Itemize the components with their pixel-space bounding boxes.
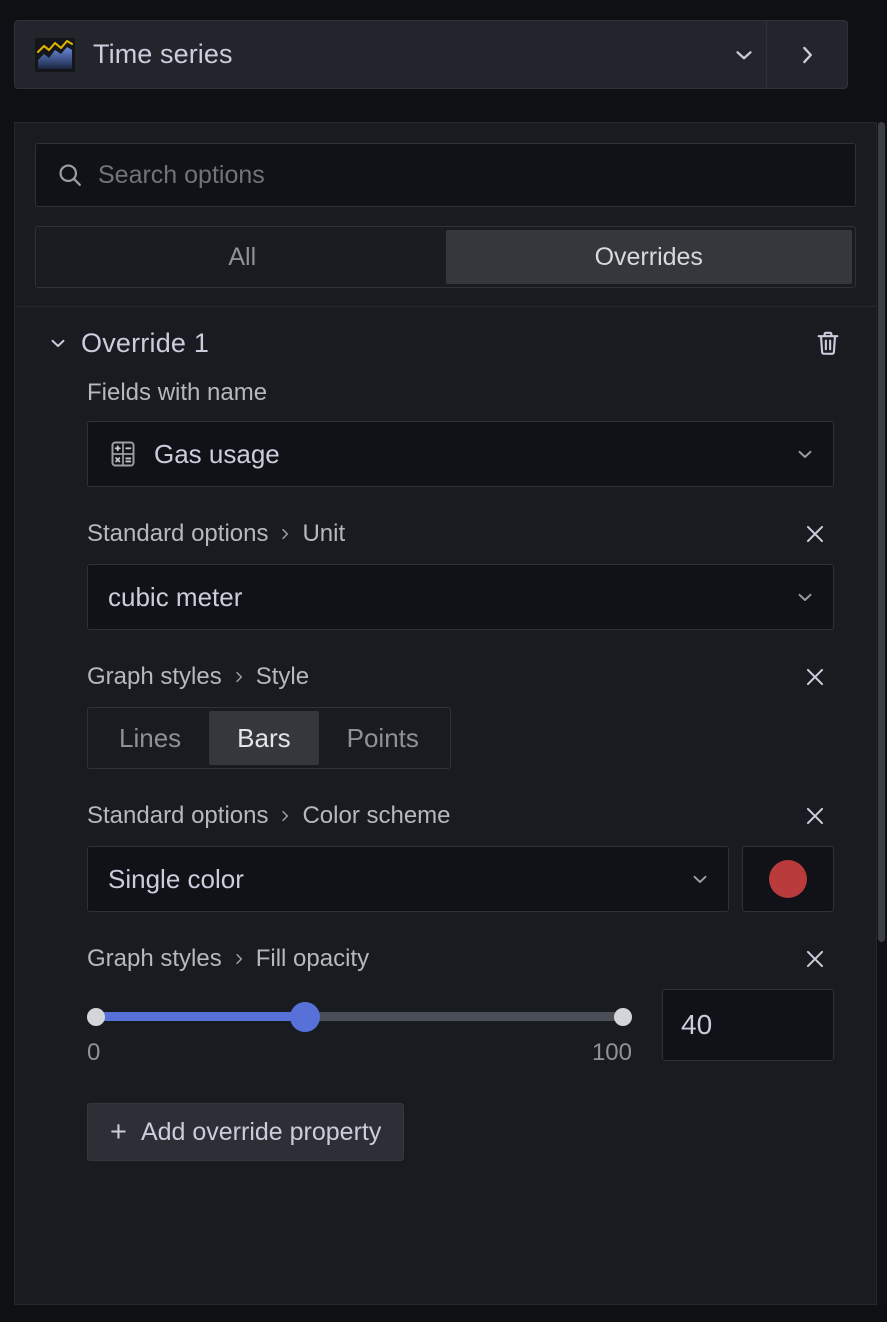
chevron-down-icon: [688, 867, 712, 891]
add-override-property-label: Add override property: [140, 1117, 382, 1146]
fill-opacity-slider[interactable]: 0 100: [87, 989, 632, 1067]
slider-max-label: 100: [591, 1039, 632, 1066]
close-icon: [806, 807, 824, 825]
options-pane-body: All Overrides Override 1: [14, 122, 877, 1305]
fill-opacity-controls: 0 100: [87, 989, 834, 1067]
style-option-bars[interactable]: Bars: [209, 711, 319, 765]
scrollbar-thumb[interactable]: [878, 122, 885, 942]
color-scheme-controls: Single color: [87, 846, 834, 912]
style-option-points[interactable]: Points: [319, 711, 447, 765]
property-header: Standard options Color scheme: [87, 799, 834, 833]
override-header: Override 1: [35, 307, 856, 379]
remove-property-style-button[interactable]: [798, 660, 832, 694]
field-name-select[interactable]: Gas usage: [87, 421, 834, 487]
chevron-right-icon: [277, 808, 293, 824]
options-pane-scrollbar[interactable]: [877, 122, 886, 1305]
slider-min-endpoint: [87, 1008, 105, 1026]
breadcrumb-property: Fill opacity: [255, 945, 370, 972]
override-property-color-scheme: Standard options Color scheme Single col…: [87, 799, 834, 912]
breadcrumb-category: Standard options: [87, 802, 269, 829]
style-radio-group: Lines Bars Points: [87, 707, 451, 769]
remove-property-unit-button[interactable]: [798, 517, 832, 551]
chevron-right-icon: [231, 669, 247, 685]
slider-track[interactable]: [87, 1002, 632, 1032]
remove-property-color-scheme-button[interactable]: [798, 799, 832, 833]
options-pane-toggle-button[interactable]: [766, 21, 847, 88]
chevron-right-icon: [803, 46, 812, 63]
options-search-and-tabs: All Overrides: [15, 123, 876, 307]
chevron-down-icon: [736, 50, 752, 59]
override-property-unit: Standard options Unit cubic meter: [87, 517, 834, 630]
search-input[interactable]: [98, 144, 855, 206]
breadcrumb: Standard options Unit: [87, 520, 798, 548]
options-filter-tabs: All Overrides: [35, 226, 856, 288]
slider-range-labels: 0 100: [87, 1039, 632, 1067]
trash-icon: [817, 331, 839, 355]
override-property-fill-opacity: Graph styles Fill opacity 0 100 40: [87, 942, 834, 1067]
close-icon: [806, 668, 824, 686]
add-override-property-button[interactable]: + Add override property: [87, 1103, 405, 1161]
chevron-right-icon: [231, 951, 247, 967]
chevron-down-icon: [793, 585, 817, 609]
breadcrumb-property: Style: [255, 663, 310, 690]
override-collapse-toggle[interactable]: [35, 331, 81, 355]
override-body: Fields with name Gas usage Standard opti…: [35, 379, 856, 1161]
fill-opacity-input[interactable]: [662, 989, 834, 1061]
slider-filled-track: [87, 1012, 305, 1021]
breadcrumb-category: Graph styles: [87, 663, 222, 690]
breadcrumb: Standard options Color scheme: [87, 802, 798, 830]
visualization-picker[interactable]: Time series: [14, 20, 848, 89]
color-scheme-select[interactable]: Single color: [87, 846, 729, 912]
calculator-icon: [108, 439, 138, 469]
unit-select[interactable]: cubic meter: [87, 564, 834, 630]
matcher-label: Fields with name: [87, 379, 268, 406]
slider-max-endpoint: [614, 1008, 632, 1026]
tab-overrides[interactable]: Overrides: [445, 230, 852, 284]
override-card-1: Override 1 Fields with name Gas usage St…: [15, 307, 876, 1161]
color-picker-button[interactable]: [742, 846, 834, 912]
close-icon: [806, 950, 824, 968]
override-property-style: Graph styles Style Lines Bars Points: [87, 660, 834, 769]
breadcrumb-property: Color scheme: [302, 802, 451, 829]
panel-options-pane: Time series Search options All Overrides…: [0, 0, 887, 1322]
field-name-value: Gas usage: [154, 438, 280, 469]
property-header: Graph styles Fill opacity: [87, 942, 834, 976]
override-title: Override 1: [81, 327, 210, 358]
search-icon: [56, 161, 84, 189]
visualization-picker-chevron[interactable]: [722, 21, 766, 88]
override-matcher-block: Fields with name Gas usage: [87, 379, 834, 487]
breadcrumb-category: Standard options: [87, 520, 269, 547]
time-series-chart-icon: [35, 37, 75, 72]
property-header: Graph styles Style: [87, 660, 834, 694]
breadcrumb: Graph styles Fill opacity: [87, 945, 798, 973]
chevron-down-icon: [793, 442, 817, 466]
property-header: Standard options Unit: [87, 517, 834, 551]
visualization-picker-button[interactable]: Time series: [15, 21, 722, 88]
breadcrumb: Graph styles Style: [87, 663, 798, 691]
tab-all[interactable]: All: [39, 230, 446, 284]
remove-property-fill-opacity-button[interactable]: [798, 942, 832, 976]
close-icon: [806, 525, 824, 543]
breadcrumb-category: Graph styles: [87, 945, 222, 972]
chevron-down-icon: [51, 339, 65, 347]
search-options-box[interactable]: [35, 143, 856, 207]
style-option-lines[interactable]: Lines: [91, 711, 209, 765]
breadcrumb-property: Unit: [302, 520, 346, 547]
delete-override-button[interactable]: [808, 323, 848, 363]
color-swatch: [769, 860, 807, 898]
visualization-type-label: Time series: [93, 39, 233, 69]
chevron-right-icon: [277, 526, 293, 542]
unit-value: cubic meter: [108, 581, 243, 612]
plus-icon: +: [110, 1115, 127, 1148]
slider-min-label: 0: [87, 1039, 101, 1066]
slider-handle[interactable]: [290, 1002, 320, 1032]
color-scheme-value: Single color: [108, 863, 244, 894]
